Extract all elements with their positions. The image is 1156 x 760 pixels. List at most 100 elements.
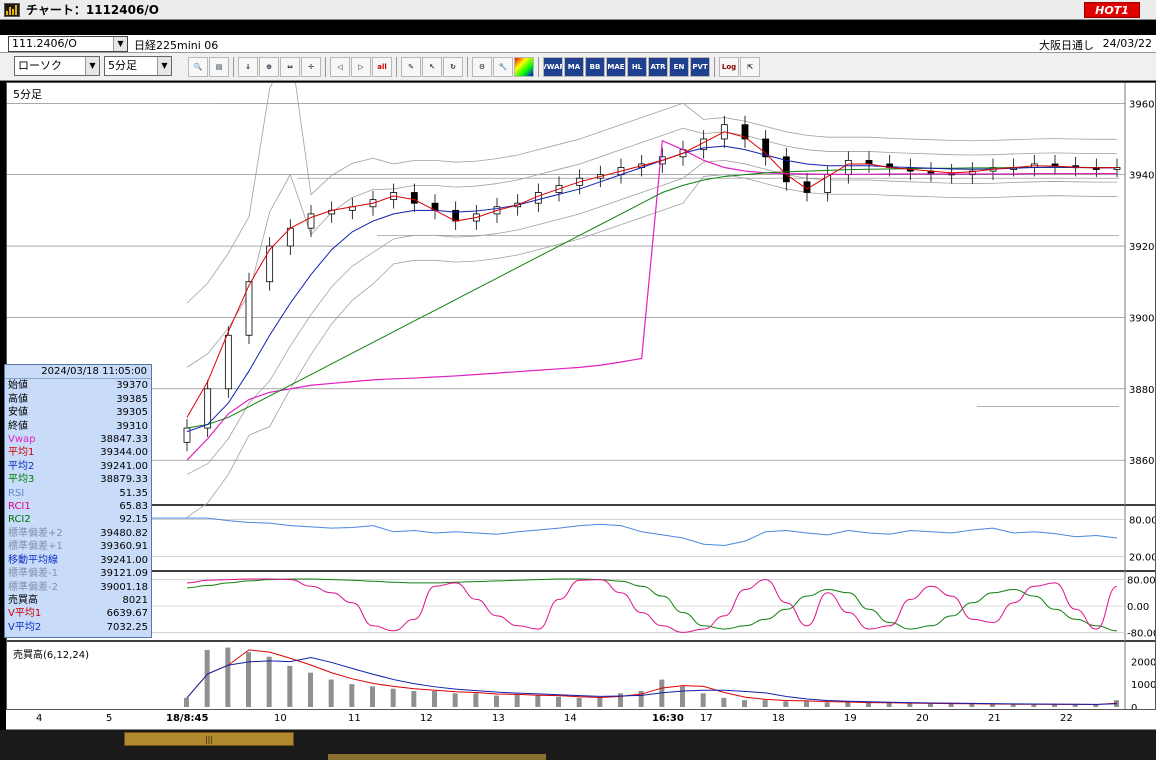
zoom-icon[interactable]: ⊕ — [259, 57, 279, 77]
gear-icon[interactable]: ⚙ — [472, 57, 492, 77]
all-button[interactable]: all — [372, 57, 392, 77]
volume-avg1-line — [186, 649, 1118, 706]
timeframe-value: 5分足 — [108, 59, 137, 72]
x-tick-label: 17 — [700, 713, 713, 724]
bb-button[interactable]: BB — [585, 57, 605, 77]
down-arrow-icon[interactable]: ↓ — [238, 57, 258, 77]
volume-bar — [762, 700, 768, 707]
x-tick-label: 5 — [106, 713, 113, 724]
volume-bar — [349, 684, 355, 707]
panel-row-value: 39385 — [116, 393, 148, 405]
volume-bar — [700, 693, 706, 707]
atr-button[interactable]: ATR — [648, 57, 668, 77]
symbol-code-select[interactable]: 111.2406/O ▼ — [8, 36, 128, 52]
fit-icon[interactable]: ⇔ — [280, 57, 300, 77]
panel-row-value: 51.35 — [119, 487, 148, 499]
panel-row-label: RSI — [8, 487, 25, 499]
panel-row: 標準偏差-1 39121.09 — [5, 567, 151, 580]
rci1-line — [186, 578, 1118, 633]
mae-button[interactable]: MAE — [606, 57, 626, 77]
symbol-info-row: 111.2406/O ▼ 日経225mini 06 大阪日通し 24/03/22 — [0, 35, 1156, 53]
x-axis: 4 5 18/8:45 10 11 12 13 14 16:30 17 18 19 20 21 22 — [6, 710, 1156, 730]
volume-bar — [804, 701, 809, 707]
panel-row-value: 8021 — [122, 594, 148, 606]
volume-tick-label: 20000 — [1131, 657, 1155, 668]
log-button[interactable]: Log — [719, 57, 739, 77]
panel-row: 標準偏差+1 39360.91 — [5, 540, 151, 553]
overview-thumb[interactable] — [328, 754, 546, 760]
en-button[interactable]: EN — [669, 57, 689, 77]
chevron-down-icon[interactable]: ▼ — [85, 57, 99, 75]
volume-bar — [225, 647, 231, 707]
panel-row: 平均2 39241.00 — [5, 460, 151, 473]
candle-body — [266, 245, 274, 283]
toolbar: ローソク ▼ 5分足 ▼ 🔍 ▤ ↓ ⊕ ⇔ ✛ ◁ ▷ all ✎ ↖ ↻ ⚙… — [0, 53, 1156, 81]
volume-bar — [783, 701, 789, 707]
crosshair-icon[interactable]: ✛ — [301, 57, 321, 77]
bollinger-band-line — [186, 174, 1117, 518]
price-tick-label: 38800 — [1129, 385, 1155, 396]
volume-bar — [246, 652, 251, 707]
panel-row: 高値 39385 — [5, 393, 151, 406]
panel-row: 移動平均線 39241.00 — [5, 554, 151, 567]
prev-icon[interactable]: ◁ — [330, 57, 350, 77]
volume-bar — [948, 703, 954, 707]
timeframe-select[interactable]: 5分足 ▼ — [104, 56, 172, 76]
panel-row: Vwap 38847.33 — [5, 433, 151, 446]
chart-type-value: ローソク — [18, 59, 62, 72]
candle-body — [534, 192, 542, 204]
x-tick-label: 12 — [420, 713, 433, 724]
panel-row: 標準偏差-2 39001.18 — [5, 581, 151, 594]
volume-bar — [721, 697, 727, 707]
timeframe-label: 5分足 — [13, 88, 42, 101]
volume-bar — [907, 703, 913, 707]
grid-icon[interactable]: ▤ — [209, 57, 229, 77]
candle-body — [410, 192, 418, 204]
hot-badge[interactable]: HOT1 — [1084, 2, 1140, 18]
panel-row-value: 39121.09 — [100, 568, 148, 580]
wrench-icon[interactable]: 🔧 — [493, 57, 513, 77]
volume-bar — [742, 700, 747, 707]
rci-tick-label: -80.00 — [1127, 628, 1155, 639]
panel-row-label: 標準偏差+1 — [8, 541, 63, 553]
title-bar: チャート：1112406/O HOT1 — [0, 0, 1156, 20]
price-tick-label: 39600 — [1129, 99, 1155, 110]
volume-bar — [556, 696, 561, 707]
pvt-button[interactable]: PVT — [690, 57, 710, 77]
volume-avg2-line — [186, 656, 1118, 705]
candle-body — [865, 159, 873, 165]
time-scrollbar[interactable]: ||| — [0, 730, 1156, 760]
vwap-button[interactable]: VWAP — [543, 57, 563, 77]
chart-area[interactable]: 39600 39400 39200 39000 38800 38600 80.00 20.00… — [6, 82, 1156, 710]
candle-body — [224, 334, 232, 390]
search-icon[interactable]: 🔍 — [188, 57, 208, 77]
scroll-thumb[interactable]: ||| — [124, 732, 294, 746]
chevron-down-icon[interactable]: ▼ — [157, 57, 171, 75]
x-tick-label: 22 — [1060, 713, 1073, 724]
volume-bar — [866, 702, 871, 707]
volume-bar — [328, 679, 334, 707]
rsi-tick-label: 20.00 — [1129, 553, 1155, 564]
panel-row-label: 高値 — [8, 393, 28, 405]
volume-bar — [432, 691, 437, 707]
hl-button[interactable]: HL — [627, 57, 647, 77]
x-tick-label: 13 — [492, 713, 505, 724]
color-palette-icon[interactable] — [514, 57, 534, 77]
volume-bar — [184, 697, 189, 707]
rotate-icon[interactable]: ↻ — [443, 57, 463, 77]
volume-bar — [535, 695, 541, 707]
panel-row-label: 終値 — [8, 420, 28, 432]
cursor-icon[interactable]: ↖ — [422, 57, 442, 77]
volume-bar — [597, 697, 603, 707]
volume-bar — [514, 694, 520, 707]
panel-row: 平均3 38879.33 — [5, 473, 151, 486]
ma-button[interactable]: MA — [564, 57, 584, 77]
next-icon[interactable]: ▷ — [351, 57, 371, 77]
chart-canvas[interactable]: 39600 39400 39200 39000 38800 38600 80.00 20.00… — [7, 83, 1155, 709]
chevron-down-icon[interactable]: ▼ — [113, 37, 127, 51]
panel-row-value: 38847.33 — [100, 434, 148, 446]
pencil-icon[interactable]: ✎ — [401, 57, 421, 77]
x-tick-label: 16:30 — [652, 713, 684, 724]
chart-type-select[interactable]: ローソク ▼ — [14, 56, 100, 76]
export-icon[interactable]: ⇱ — [740, 57, 760, 77]
